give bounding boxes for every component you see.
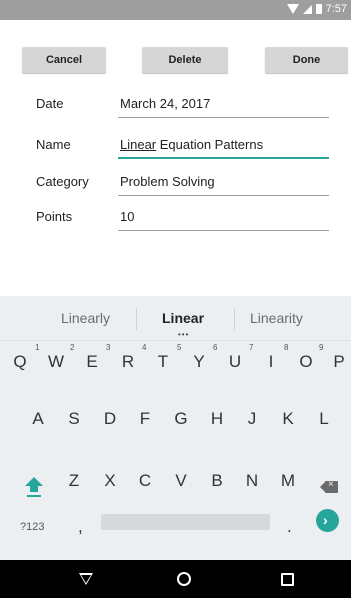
- key-c[interactable]: C: [133, 471, 157, 491]
- key-u[interactable]: U: [223, 352, 247, 372]
- hint-1: 1: [35, 343, 40, 352]
- key-g[interactable]: G: [169, 409, 193, 429]
- key-s[interactable]: S: [62, 409, 86, 429]
- key-y[interactable]: Y: [187, 352, 211, 372]
- suggestion-strip: Linearly Linear Linearity •••: [0, 296, 351, 341]
- key-m[interactable]: M: [276, 471, 300, 491]
- points-field[interactable]: 10: [120, 208, 328, 225]
- name-row: Name Linear Equation Patterns: [0, 136, 351, 166]
- suggestion-divider: [234, 308, 235, 330]
- suggestion-right[interactable]: Linearity: [250, 310, 303, 326]
- suggestion-divider: [136, 308, 137, 330]
- action-bar: Cancel Delete Done: [0, 47, 351, 73]
- wifi-icon: [286, 4, 299, 14]
- points-label: Points: [36, 209, 73, 224]
- go-arrow-icon[interactable]: ›: [316, 509, 339, 532]
- hint-8: 8: [284, 343, 289, 352]
- space-bar[interactable]: [101, 514, 270, 530]
- backspace-icon[interactable]: ×: [320, 479, 338, 493]
- key-o[interactable]: O: [294, 352, 318, 372]
- date-underline: [118, 117, 329, 118]
- shift-icon[interactable]: [25, 477, 43, 493]
- category-row: Category Problem Solving: [0, 173, 351, 203]
- key-e[interactable]: E: [80, 352, 104, 372]
- suggestion-center[interactable]: Linear: [162, 310, 204, 326]
- key-t[interactable]: T: [151, 352, 175, 372]
- battery-icon: [315, 4, 322, 14]
- delete-button[interactable]: Delete: [142, 47, 228, 73]
- more-suggestions-indicator: •••: [178, 330, 190, 339]
- hint-6: 6: [213, 343, 218, 352]
- name-field-rest: Equation Patterns: [156, 137, 264, 152]
- suggestion-left[interactable]: Linearly: [61, 310, 110, 326]
- cancel-button[interactable]: Cancel: [22, 47, 106, 73]
- key-q[interactable]: Q: [8, 352, 32, 372]
- key-k[interactable]: K: [276, 409, 300, 429]
- navigation-bar: [0, 560, 351, 598]
- key-l[interactable]: L: [312, 409, 336, 429]
- nav-home-icon[interactable]: [177, 572, 191, 586]
- key-d[interactable]: D: [98, 409, 122, 429]
- status-icons: 7:57: [286, 3, 347, 15]
- key-n[interactable]: N: [240, 471, 264, 491]
- hint-9: 9: [319, 343, 324, 352]
- hint-5: 5: [177, 343, 182, 352]
- key-z[interactable]: Z: [62, 471, 86, 491]
- key-a[interactable]: A: [26, 409, 50, 429]
- category-field[interactable]: Problem Solving: [120, 173, 328, 190]
- key-w[interactable]: W: [44, 352, 68, 372]
- soft-keyboard: Linearly Linear Linearity ••• Q W E R T …: [0, 296, 351, 560]
- key-h[interactable]: H: [205, 409, 229, 429]
- name-underline-focused: [118, 157, 329, 159]
- hint-7: 7: [249, 343, 254, 352]
- name-field-composing-word: Linear: [120, 137, 157, 152]
- shift-active-indicator: [27, 495, 41, 497]
- category-label: Category: [36, 174, 89, 189]
- date-row: Date March 24, 2017: [0, 95, 351, 125]
- status-bar: 7:57: [0, 0, 351, 20]
- date-label: Date: [36, 96, 64, 111]
- status-time: 7:57: [325, 3, 347, 15]
- done-button[interactable]: Done: [265, 47, 348, 73]
- key-j[interactable]: J: [240, 409, 264, 429]
- signal-icon: [302, 4, 312, 14]
- key-f[interactable]: F: [133, 409, 157, 429]
- name-label: Name: [36, 137, 71, 152]
- key-x[interactable]: X: [98, 471, 122, 491]
- period-key[interactable]: .: [287, 517, 292, 537]
- points-underline: [118, 230, 329, 231]
- key-b[interactable]: B: [205, 471, 229, 491]
- symbols-key[interactable]: ?123: [20, 521, 44, 533]
- name-field[interactable]: Linear Equation Patterns: [120, 136, 328, 153]
- key-p[interactable]: P: [327, 352, 351, 372]
- key-v[interactable]: V: [169, 471, 193, 491]
- key-r[interactable]: R: [116, 352, 140, 372]
- category-underline: [118, 195, 329, 196]
- points-row: Points 10: [0, 208, 351, 238]
- hint-3: 3: [106, 343, 111, 352]
- hint-4: 4: [142, 343, 147, 352]
- key-i[interactable]: I: [259, 352, 283, 372]
- comma-key[interactable]: ,: [78, 517, 83, 537]
- hint-2: 2: [70, 343, 75, 352]
- nav-back-icon-inner: [81, 575, 91, 583]
- date-field[interactable]: March 24, 2017: [120, 95, 328, 112]
- nav-recents-icon[interactable]: [281, 573, 294, 586]
